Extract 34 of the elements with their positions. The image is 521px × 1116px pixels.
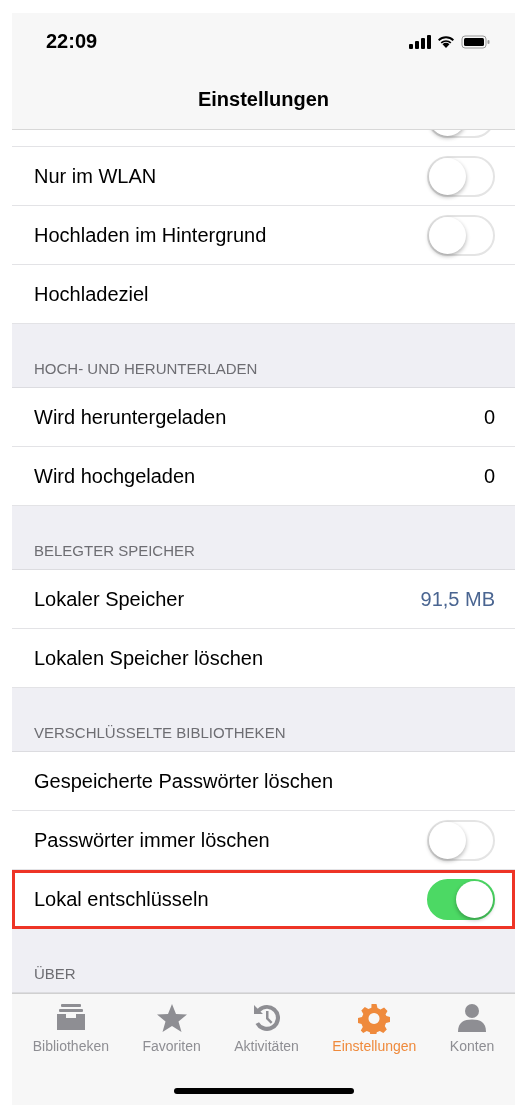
setting-label: Hochladeziel (34, 282, 149, 306)
setting-value: 91,5 MB (420, 587, 495, 611)
setting-value: 0 (483, 464, 495, 488)
section-header: VERSCHLÜSSELTE BIBLIOTHEKEN (34, 724, 286, 741)
toggle-switch[interactable] (427, 155, 495, 197)
setting-value: 0 (483, 405, 495, 429)
toggle-switch[interactable] (427, 214, 495, 256)
tab-button[interactable]: Favoriten (142, 1002, 201, 1054)
star-icon (155, 1002, 188, 1034)
section-header: BELEGTER SPEICHER (34, 542, 195, 559)
tab-button[interactable]: Einstellungen (332, 1002, 417, 1054)
setting-label: Hochladen im Hintergrund (34, 223, 267, 247)
wifi-icon (437, 34, 455, 49)
toggle-switch[interactable] (427, 878, 495, 920)
section-header: HOCH- UND HERUNTERLADEN (34, 360, 258, 377)
setting-label: Lokal entschlüsseln (34, 887, 209, 911)
gear-icon (358, 1002, 391, 1034)
setting-label: Gespeicherte Passwörter löschen (34, 769, 334, 793)
screen-title: Einstellungen (197, 88, 330, 111)
setting-label: Wird hochgeladen (34, 464, 196, 488)
tab-button[interactable]: Bibliotheken (32, 1002, 109, 1054)
battery-icon (461, 34, 491, 49)
signal-icon (409, 34, 431, 49)
tab-button[interactable]: Aktivitäten (234, 1002, 299, 1054)
status-time: 22:09 (46, 30, 98, 53)
setting-label: Wird heruntergeladen (34, 405, 227, 429)
setting-label: Lokaler Speicher (34, 587, 185, 611)
section-header: ÜBER (34, 965, 76, 982)
person-icon (456, 1002, 488, 1034)
setting-label: Nur im WLAN (34, 164, 157, 188)
toggle-switch[interactable] (427, 819, 495, 861)
tab-button[interactable]: Konten (449, 1002, 495, 1054)
setting-label: Passwörter immer löschen (34, 828, 270, 852)
setting-label: Lokalen Speicher löschen (34, 646, 264, 670)
